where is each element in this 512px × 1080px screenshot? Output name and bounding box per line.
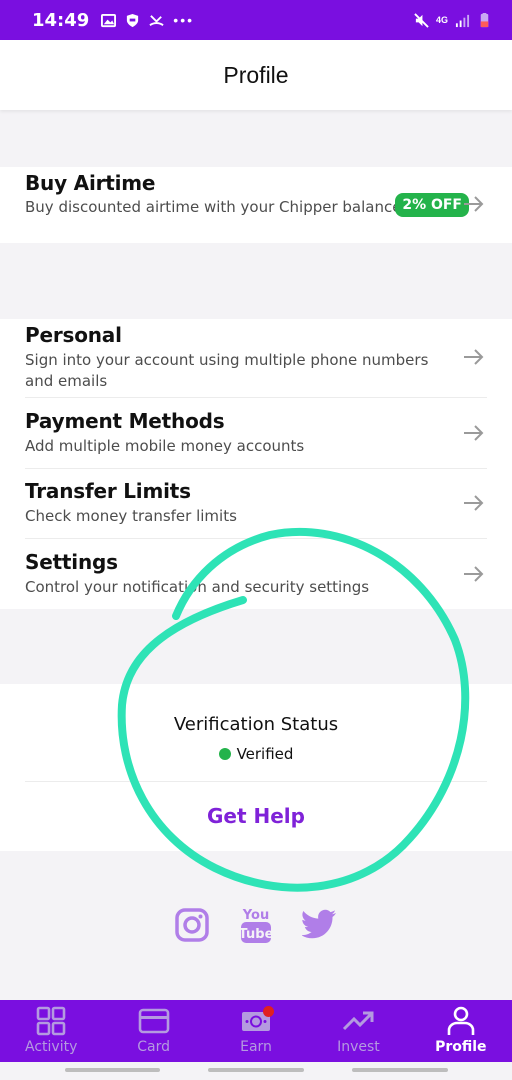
divider bbox=[25, 538, 487, 539]
menu-item-description: Sign into your account using multiple ph… bbox=[25, 351, 429, 390]
card-icon bbox=[138, 1008, 169, 1034]
nav-label: Profile bbox=[435, 1039, 487, 1055]
menu-item-description: Check money transfer limits bbox=[25, 507, 237, 525]
arrow-right-icon bbox=[464, 349, 484, 365]
missed-call-icon bbox=[149, 14, 164, 26]
menu-item-description: Add multiple mobile money accounts bbox=[25, 437, 305, 455]
svg-text:Tube: Tube bbox=[240, 927, 272, 942]
divider bbox=[25, 781, 487, 782]
nav-invest[interactable]: Invest bbox=[307, 1000, 409, 1062]
social-links: You Tube bbox=[0, 905, 512, 945]
divider bbox=[25, 468, 487, 469]
menu-item-title: Transfer Limits bbox=[25, 479, 191, 503]
arrow-right-icon bbox=[464, 196, 484, 212]
notification-dot bbox=[262, 1006, 274, 1017]
nav-profile[interactable]: Profile bbox=[410, 1000, 512, 1062]
network-type: 4G bbox=[435, 14, 448, 25]
nav-label: Invest bbox=[337, 1039, 380, 1055]
nav-card[interactable]: Card bbox=[102, 1000, 204, 1062]
nav-earn[interactable]: Earn bbox=[205, 1000, 307, 1062]
menu-item-title: Personal bbox=[25, 323, 122, 347]
youtube-icon[interactable]: You Tube bbox=[238, 905, 274, 945]
menu-item-personal[interactable]: Personal Sign into your account using mu… bbox=[25, 323, 456, 397]
gesture-pill bbox=[208, 1068, 304, 1072]
verification-status: Verified bbox=[0, 745, 512, 763]
verification-title: Verification Status bbox=[173, 714, 339, 735]
status-time: 14:49 bbox=[32, 9, 90, 31]
divider bbox=[25, 397, 487, 398]
invest-icon bbox=[343, 1011, 374, 1031]
shield-icon bbox=[127, 13, 139, 27]
menu-item-payment-methods[interactable]: Payment Methods Add multiple mobile mone… bbox=[25, 409, 456, 469]
svg-text:You: You bbox=[242, 908, 269, 923]
status-dot bbox=[218, 748, 231, 760]
arrow-right-icon bbox=[464, 566, 484, 582]
page-header: Profile bbox=[0, 40, 512, 110]
get-help-button[interactable]: Get Help bbox=[0, 804, 512, 828]
profile-menu: Personal Sign into your account using mu… bbox=[0, 319, 512, 609]
activity-icon bbox=[36, 1006, 66, 1036]
gesture-bar bbox=[0, 1062, 512, 1080]
menu-item-settings[interactable]: Settings Control your notification and s… bbox=[25, 550, 456, 608]
menu-item-transfer-limits[interactable]: Transfer Limits Check money transfer lim… bbox=[25, 479, 456, 539]
menu-item-title: Settings bbox=[25, 550, 118, 574]
buy-airtime-title: Buy Airtime bbox=[25, 171, 156, 195]
nav-label: Card bbox=[137, 1039, 170, 1055]
nav-label: Earn bbox=[240, 1039, 272, 1055]
gesture-pill bbox=[352, 1068, 448, 1072]
more-notifications-icon: ••• bbox=[173, 12, 195, 28]
nav-activity[interactable]: Activity bbox=[0, 1000, 102, 1062]
arrow-right-icon bbox=[464, 495, 484, 511]
menu-item-title: Payment Methods bbox=[25, 409, 225, 433]
verification-card: Verification Status Verified Get Help bbox=[0, 684, 512, 851]
status-bar: 14:49 ••• 4G bbox=[0, 0, 512, 40]
page-title: Profile bbox=[223, 61, 289, 88]
buy-airtime-description: Buy discounted airtime with your Chipper… bbox=[25, 198, 402, 216]
buy-airtime-card[interactable]: Buy Airtime Buy discounted airtime with … bbox=[0, 167, 512, 243]
signal-icon bbox=[455, 14, 470, 27]
gallery-icon bbox=[101, 13, 117, 27]
battery-icon bbox=[480, 12, 489, 27]
instagram-icon[interactable] bbox=[174, 905, 210, 945]
arrow-right-icon bbox=[464, 425, 484, 441]
twitter-icon[interactable] bbox=[302, 905, 338, 945]
verification-status-text: Verified bbox=[236, 745, 294, 763]
menu-item-description: Control your notification and security s… bbox=[25, 578, 370, 596]
gesture-pill bbox=[65, 1068, 160, 1072]
mute-icon bbox=[414, 12, 429, 28]
profile-icon bbox=[447, 1006, 475, 1035]
bottom-nav: Activity Card Earn Invest Profile bbox=[0, 1000, 512, 1062]
nav-label: Activity bbox=[25, 1039, 78, 1055]
discount-badge: 2% OFF bbox=[395, 193, 469, 217]
